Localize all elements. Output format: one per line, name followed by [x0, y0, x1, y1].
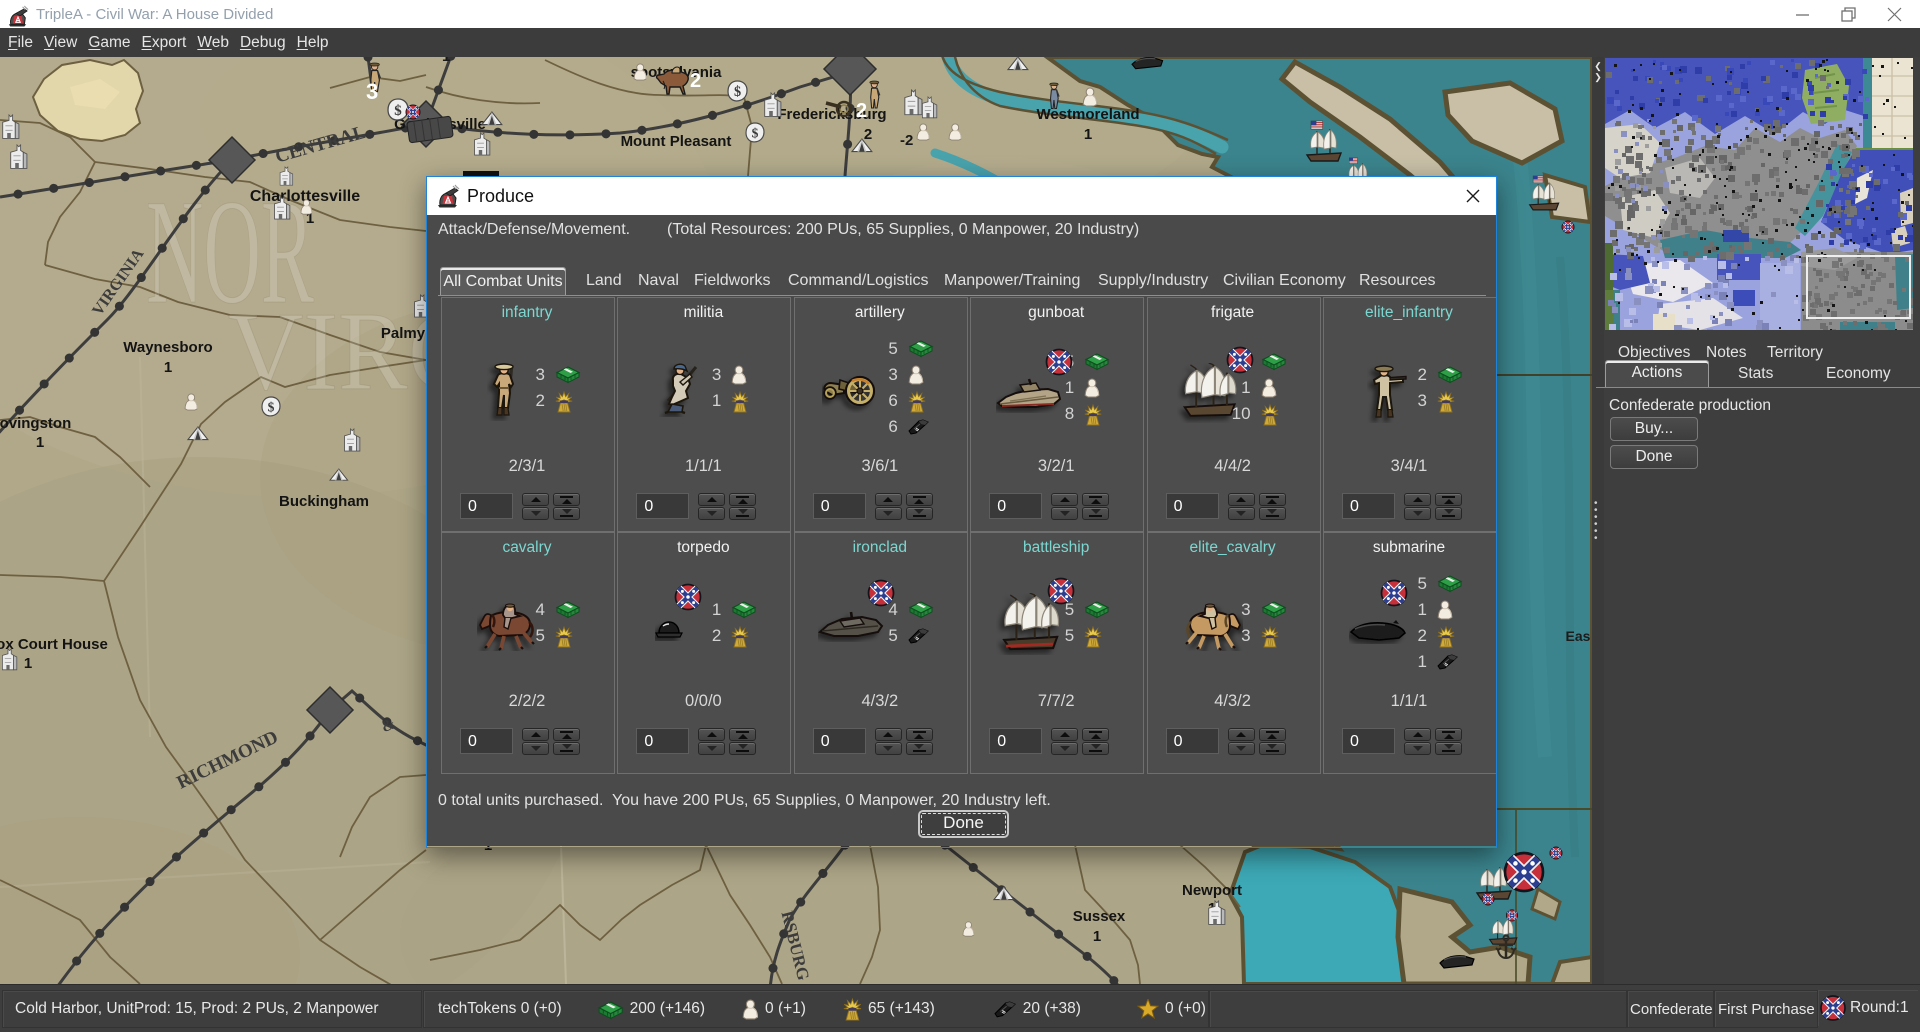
svg-text:3: 3	[366, 79, 378, 104]
svg-text:-2: -2	[900, 132, 913, 149]
svg-text:Mount Pleasant: Mount Pleasant	[621, 133, 732, 150]
svg-text:2: 2	[690, 70, 701, 92]
svg-text:$: $	[394, 103, 402, 119]
svg-text:ox Court House: ox Court House	[0, 636, 108, 653]
svg-text:Fredericksburg: Fredericksburg	[777, 106, 886, 123]
svg-text:Buckingham: Buckingham	[279, 493, 369, 510]
svg-text:$: $	[752, 125, 759, 140]
svg-text:2: 2	[864, 126, 872, 143]
svg-text:1: 1	[1093, 928, 1101, 945]
svg-text:1: 1	[1084, 126, 1092, 143]
svg-text:1: 1	[164, 359, 172, 376]
svg-text:Waynesboro: Waynesboro	[123, 339, 212, 356]
svg-text:1: 1	[24, 655, 32, 672]
svg-text:2: 2	[856, 100, 867, 122]
svg-text:1: 1	[442, 57, 450, 65]
svg-text:1: 1	[36, 434, 44, 451]
svg-text:$: $	[268, 399, 275, 414]
svg-text:$: $	[734, 84, 741, 100]
svg-text:Palmy: Palmy	[381, 325, 426, 342]
svg-text:Sussex: Sussex	[1073, 908, 1126, 925]
svg-text:Covingston: Covingston	[0, 415, 71, 432]
svg-text:Eas: Eas	[1566, 628, 1591, 644]
svg-text:Newport: Newport	[1182, 882, 1242, 899]
